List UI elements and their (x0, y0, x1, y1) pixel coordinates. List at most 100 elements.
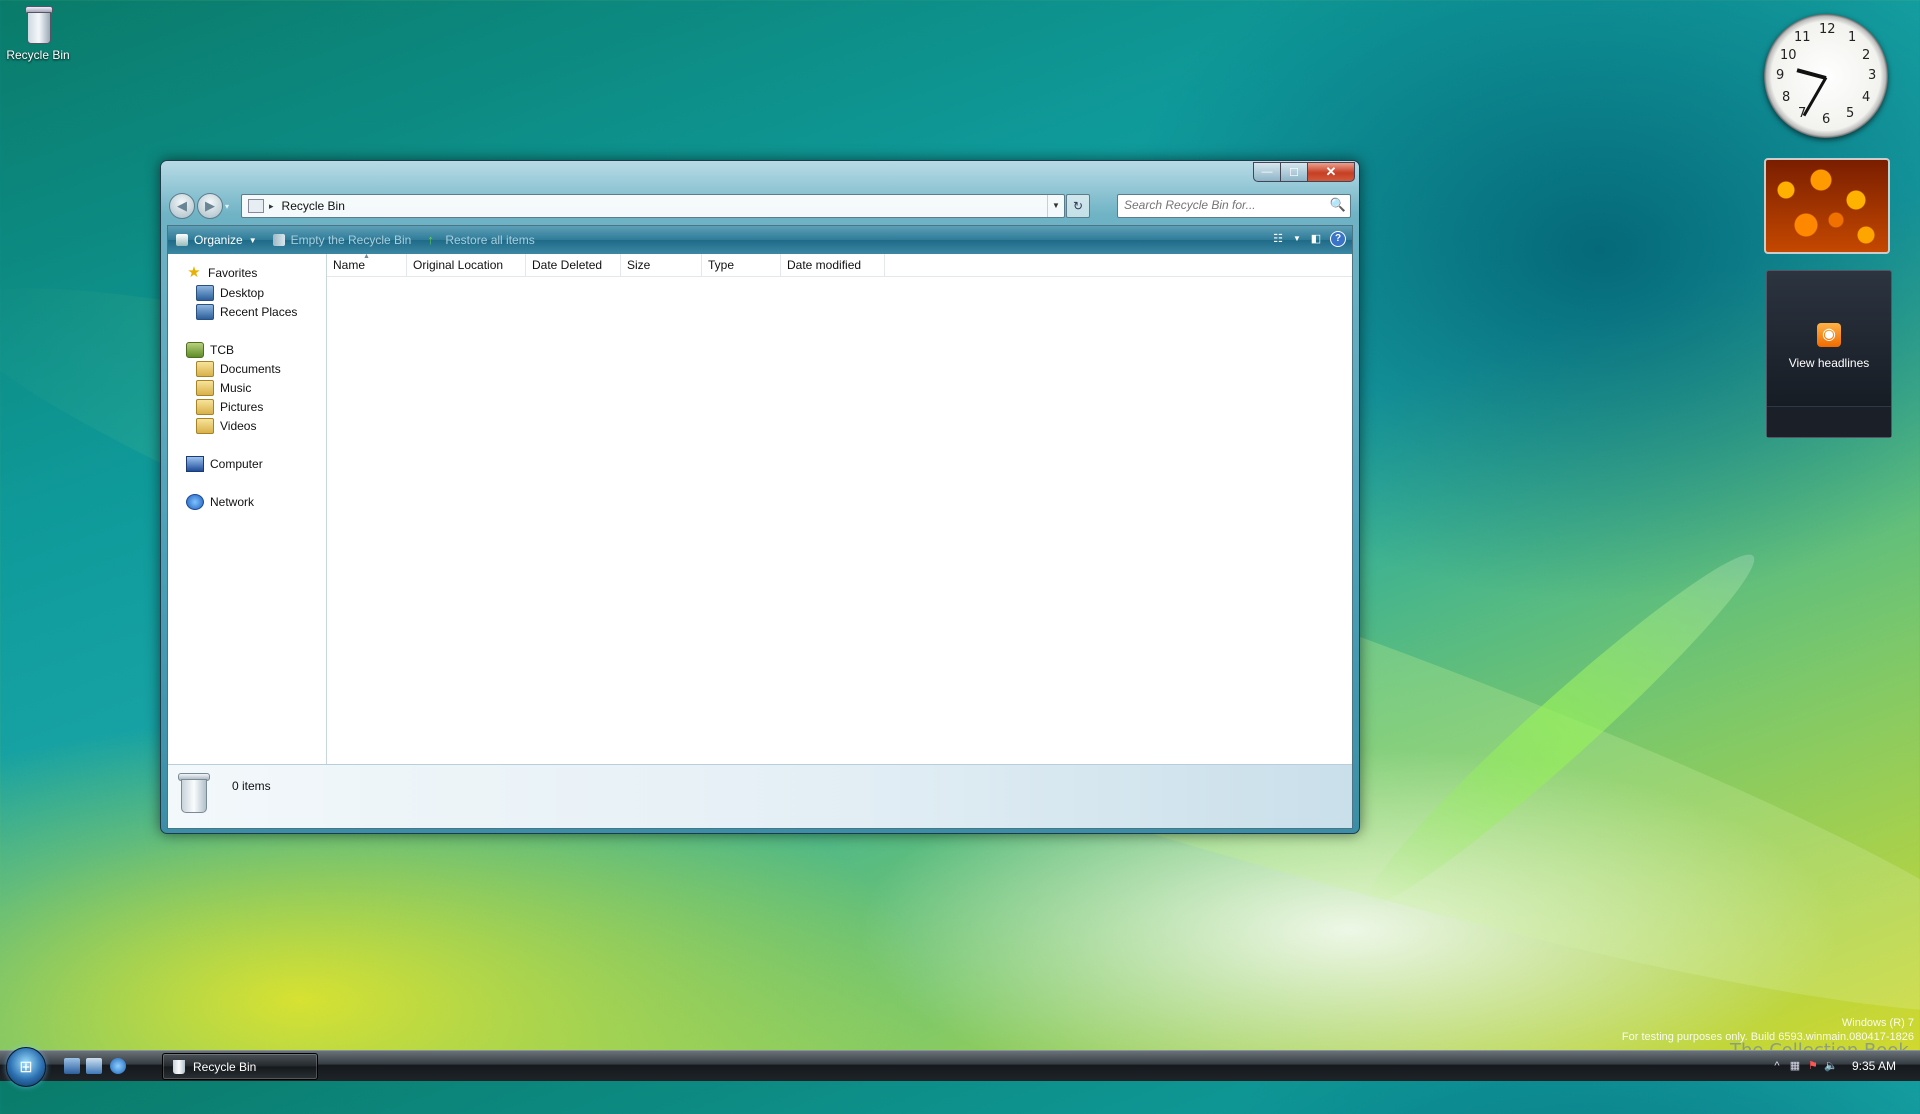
desktop-icon-recycle-bin[interactable]: Recycle Bin (6, 4, 70, 62)
nav-label: Videos (220, 419, 257, 433)
videos-folder-icon (196, 418, 214, 434)
minimize-button[interactable]: — (1253, 162, 1280, 182)
details-pane: 0 items (168, 764, 1352, 828)
column-label: Date Deleted (532, 258, 603, 272)
address-dropdown-button[interactable]: ▼ (1047, 195, 1064, 217)
chevron-down-icon: ▼ (248, 235, 257, 245)
file-list-pane[interactable]: ▲ Name Original Location Date Deleted Si… (327, 253, 1352, 764)
column-header-original-location[interactable]: Original Location (407, 254, 526, 276)
views-icon[interactable]: ☷ (1268, 230, 1288, 248)
search-box: 🔍 (1117, 194, 1351, 218)
windows-logo-icon: ⊞ (19, 1059, 33, 1076)
sort-ascending-icon: ▲ (363, 253, 370, 260)
nav-label: Desktop (220, 286, 265, 300)
tray-chevron-icon[interactable]: ^ (1770, 1059, 1784, 1073)
taskbar: ⊞ Recycle Bin ^ ▦ ⚑ 🔈 9:35 AM (0, 1047, 1920, 1087)
restore-all-items-button[interactable]: ↑ Restore all items (419, 226, 542, 254)
action-center-icon[interactable]: ⚑ (1806, 1059, 1820, 1073)
network-tray-icon[interactable]: ▦ (1788, 1059, 1802, 1073)
nav-desktop[interactable]: Desktop (196, 285, 264, 301)
clock-number: 11 (1794, 30, 1811, 45)
pictures-folder-icon (196, 399, 214, 415)
column-header-size[interactable]: Size (621, 254, 702, 276)
start-button[interactable]: ⊞ (6, 1047, 46, 1087)
computer-icon (186, 456, 204, 472)
preview-pane-icon[interactable]: ◧ (1306, 230, 1326, 248)
nav-label: Music (220, 381, 252, 395)
network-icon (186, 494, 204, 510)
feed-headlines-gadget[interactable]: ◉ View headlines (1766, 270, 1892, 438)
recent-places-icon (196, 304, 214, 320)
volume-icon[interactable]: 🔈 (1824, 1059, 1838, 1073)
watermark-line-1: Windows (R) 7 (1841, 1017, 1914, 1029)
breadcrumb-recycle-bin[interactable]: Recycle Bin (282, 199, 1047, 213)
clock-minute-hand (1802, 76, 1828, 117)
column-label: Name (333, 258, 366, 272)
recent-pages-button[interactable]: ▾ (225, 202, 233, 211)
nav-videos[interactable]: Videos (196, 418, 256, 434)
feed-gadget-footer (1767, 406, 1891, 437)
empty-bin-label: Empty the Recycle Bin (290, 233, 412, 247)
clock-number: 8 (1782, 90, 1791, 105)
taskbar-button-recycle-bin[interactable]: Recycle Bin (162, 1053, 318, 1080)
column-header-date-deleted[interactable]: Date Deleted (526, 254, 621, 276)
caption-buttons: — ☐ ✕ (1253, 162, 1355, 182)
column-headers: ▲ Name Original Location Date Deleted Si… (327, 253, 1352, 277)
documents-folder-icon (196, 361, 214, 377)
clock-number: 10 (1780, 48, 1797, 63)
clock-number: 6 (1822, 112, 1831, 127)
nav-pictures[interactable]: Pictures (196, 399, 263, 415)
views-dropdown-button[interactable]: ▼ (1292, 230, 1302, 248)
nav-label: Network (210, 495, 255, 509)
taskbar-button-label: Recycle Bin (193, 1059, 257, 1074)
nav-label: Favorites (208, 266, 258, 280)
column-header-date-modified[interactable]: Date modified (781, 254, 885, 276)
address-bar[interactable]: ▸ Recycle Bin ▼ (241, 194, 1065, 218)
organize-button[interactable]: Organize ▼ (168, 226, 265, 254)
recycle-bin-window[interactable]: — ☐ ✕ ◀ ▶ ▾ ▸ Recycle Bin ▼ ↻ 🔍 Organize… (160, 160, 1360, 834)
column-label: Size (627, 258, 651, 272)
back-button[interactable]: ◀ (169, 193, 195, 219)
clock-gadget[interactable]: 12 1 2 3 4 5 6 7 8 9 10 11 (1764, 14, 1888, 138)
breadcrumb-chevron-icon[interactable]: ▸ (269, 201, 274, 212)
nav-label: Documents (220, 362, 281, 376)
nav-favorites[interactable]: ★ Favorites (186, 265, 258, 280)
command-bar: Organize ▼ Empty the Recycle Bin ↑ Resto… (168, 226, 1352, 254)
nav-computer[interactable]: Computer (186, 456, 263, 472)
recycle-bin-icon (173, 1059, 185, 1074)
search-input[interactable] (1118, 195, 1330, 215)
recycle-bin-small-icon (248, 199, 264, 213)
nav-label: Recent Places (220, 305, 298, 319)
organize-label: Organize (194, 233, 243, 247)
restore-arrow-icon: ↑ (427, 232, 434, 247)
empty-recycle-bin-button[interactable]: Empty the Recycle Bin (265, 226, 420, 254)
maximize-button[interactable]: ☐ (1280, 162, 1307, 182)
internet-explorer-icon[interactable] (110, 1058, 126, 1074)
switch-windows-icon[interactable] (86, 1058, 102, 1074)
refresh-button[interactable]: ↻ (1066, 194, 1090, 218)
search-icon[interactable]: 🔍 (1330, 197, 1346, 213)
nav-music[interactable]: Music (196, 380, 251, 396)
explorer-client-area: Organize ▼ Empty the Recycle Bin ↑ Resto… (167, 225, 1353, 829)
feed-label: View headlines (1788, 356, 1870, 370)
restore-all-label: Restore all items (445, 233, 535, 247)
user-folder-icon (186, 342, 204, 358)
nav-network[interactable]: Network (186, 494, 254, 510)
help-button[interactable]: ? (1330, 231, 1346, 247)
clock-number: 2 (1862, 48, 1871, 63)
column-header-type[interactable]: Type (702, 254, 781, 276)
nav-documents[interactable]: Documents (196, 361, 281, 377)
clock-number: 3 (1868, 68, 1877, 83)
show-desktop-icon[interactable] (64, 1058, 80, 1074)
item-count: 0 items (232, 779, 271, 793)
organize-icon (176, 234, 188, 246)
forward-button[interactable]: ▶ (197, 193, 223, 219)
clock-number: 12 (1819, 22, 1836, 37)
taskbar-clock[interactable]: 9:35 AM (1852, 1059, 1896, 1073)
close-button[interactable]: ✕ (1307, 162, 1355, 182)
column-label: Type (708, 258, 735, 272)
nav-recent-places[interactable]: Recent Places (196, 304, 297, 320)
nav-user-tcb[interactable]: TCB (186, 342, 234, 358)
slideshow-gadget[interactable] (1764, 158, 1890, 254)
column-header-name[interactable]: ▲ Name (327, 253, 407, 276)
